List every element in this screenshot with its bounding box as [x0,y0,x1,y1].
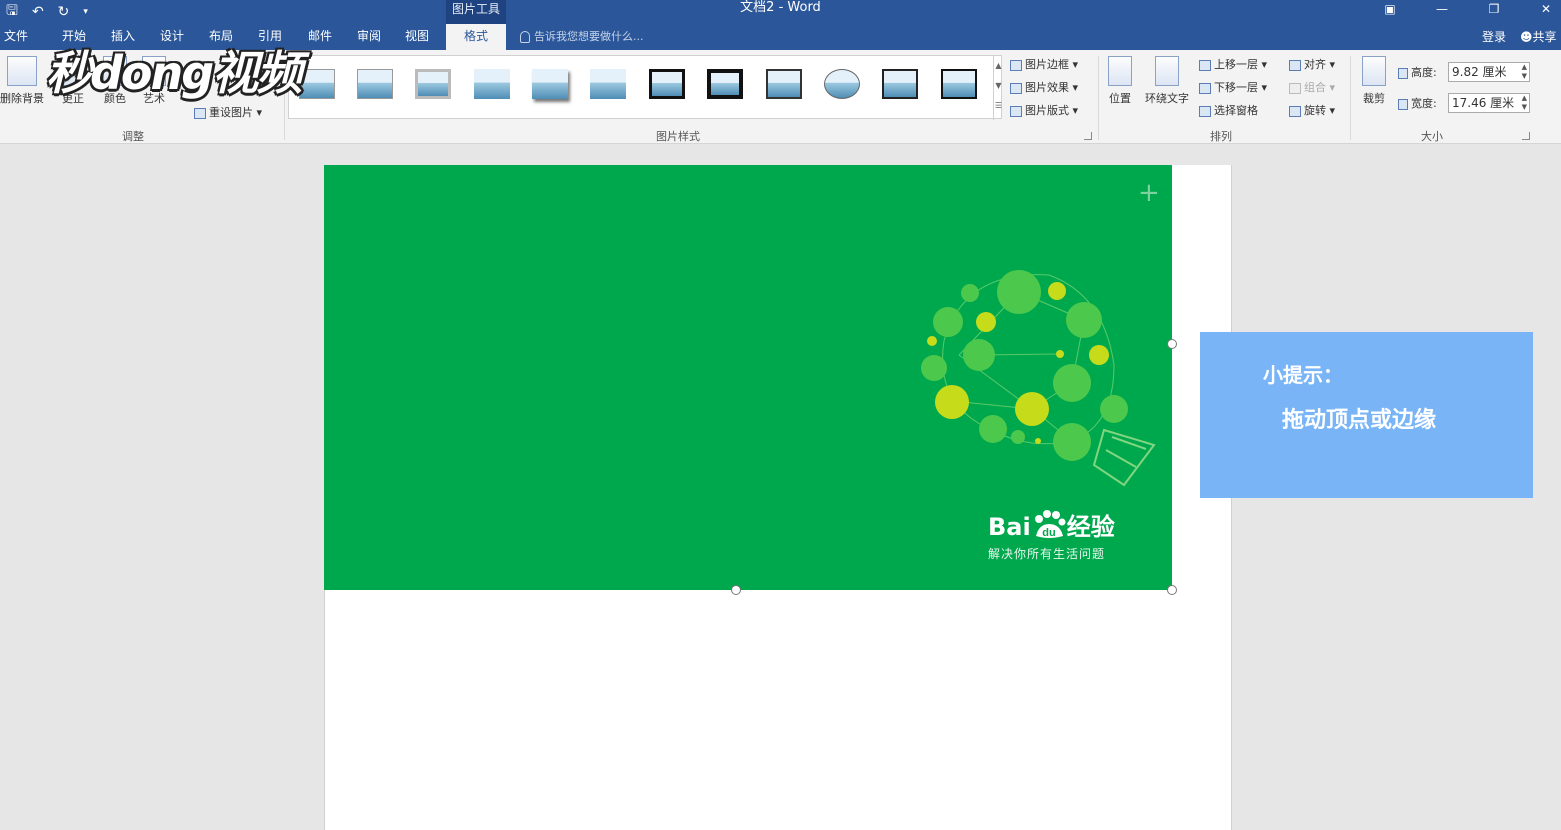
picture-styles-gallery: ▲ ▼ ☰ [288,55,1003,120]
bring-forward-button[interactable]: 上移一层 ▾ [1199,56,1267,72]
position-button[interactable]: 位置 [1104,56,1136,106]
height-input[interactable]: 9.82 厘米 ▲ ▼ [1448,62,1530,82]
tip-callout: 小提示： 拖动顶点或边缘 [1200,332,1533,498]
size-group-label: 大小 [1421,130,1443,143]
picture-style-thumb[interactable] [299,69,335,99]
resize-handle-bottom-right[interactable] [1167,585,1177,595]
crop-button[interactable]: 裁剪 [1356,56,1392,106]
picture-style-thumb[interactable] [882,69,918,99]
group-objects-button[interactable]: 组合 ▾ [1289,79,1335,95]
arrange-group-label: 排列 [1210,130,1232,143]
restore-icon[interactable]: ❐ [1483,2,1505,16]
document-title: 文档2 - Word [740,0,821,15]
picture-border-icon [1010,59,1022,71]
brand-slogan: 解决你所有生活问题 [988,547,1106,561]
picture-style-thumb[interactable] [941,69,977,99]
rotate-icon [1289,105,1301,117]
picture-style-thumb[interactable] [415,69,451,99]
tab-mailings[interactable]: 邮件 [308,24,332,50]
tip-body: 拖动顶点或边缘 [1282,408,1437,433]
picture-tools-label: 图片工具 [446,0,506,24]
login-link[interactable]: 登录 [1482,24,1506,50]
picture-layout-button[interactable]: 图片版式 ▾ [1010,102,1078,118]
crop-icon [1362,56,1386,86]
picture-border-button[interactable]: 图片边框 ▾ [1010,56,1078,72]
tab-review[interactable]: 审阅 [357,24,381,50]
send-backward-button[interactable]: 下移一层 ▾ [1199,79,1267,95]
redo-icon[interactable]: ↻ [58,4,70,20]
picture-style-thumb[interactable] [766,69,802,99]
wrap-text-icon [1155,56,1179,86]
resize-handle-right[interactable] [1167,339,1177,349]
position-icon [1108,56,1132,86]
crosshair-icon: + [1138,178,1160,208]
group-divider [1350,56,1351,140]
picture-style-thumb[interactable] [824,69,860,99]
reset-picture-icon [194,107,206,119]
tell-me-text: 告诉我您想要做什么... [534,30,644,43]
quick-access-toolbar: 🖫 ↶ ↻ ▾ [6,0,88,24]
align-button[interactable]: 对齐 ▾ [1289,56,1335,72]
picture-effects-button[interactable]: 图片效果 ▾ [1010,79,1078,95]
remove-background-icon [7,56,37,86]
close-icon[interactable]: ✕ [1535,2,1557,16]
picture-style-thumb[interactable] [707,69,743,99]
title-bar: 🖫 ↶ ↻ ▾ 图片工具 文档2 - Word ▣ — ❐ ✕ [0,0,1561,24]
picture-styles-group-label: 图片样式 [656,130,700,143]
size-launcher-icon[interactable] [1522,132,1530,140]
baidu-jingyan-logo: Bai du 经验 [988,507,1115,542]
picture-effects-icon [1010,82,1022,94]
selection-pane-button[interactable]: 选择窗格 [1199,102,1258,118]
send-backward-icon [1199,82,1211,94]
wrap-text-button[interactable]: 环绕文字 [1140,56,1194,106]
group-objects-icon [1289,82,1301,94]
gallery-scroll[interactable]: ▲ ▼ ☰ [993,56,1003,120]
picture-style-thumb[interactable] [357,69,393,99]
undo-icon[interactable]: ↶ [32,4,44,20]
bring-forward-icon [1199,59,1211,71]
tell-me-box[interactable]: 告诉我您想要做什么... [520,24,644,50]
picture-style-thumb[interactable] [532,69,568,99]
svg-text:du: du [1042,527,1055,539]
height-spinner-icon[interactable]: ▲ ▼ [1522,63,1527,81]
height-icon [1398,67,1408,79]
rotate-button[interactable]: 旋转 ▾ [1289,102,1335,118]
width-icon [1398,98,1408,110]
share-button[interactable]: ☻共享 [1520,24,1557,50]
customize-icon[interactable]: ▾ [83,7,88,17]
picture-style-thumb[interactable] [649,69,685,99]
height-label: 高度: [1398,64,1437,80]
width-spinner-icon[interactable]: ▲ ▼ [1522,94,1527,112]
window-controls: ▣ — ❐ ✕ [1379,0,1557,18]
group-divider [1098,56,1099,140]
reset-picture-button[interactable]: 重设图片 ▾ [194,104,262,120]
ribbon-display-icon[interactable]: ▣ [1379,2,1401,16]
adjust-group-label: 调整 [122,130,144,143]
tab-file[interactable]: 文件 [4,24,28,50]
picture-layout-icon [1010,105,1022,117]
selection-pane-icon [1199,105,1211,117]
remove-background-button[interactable]: 删除背景 [0,56,44,106]
picture-styles-launcher-icon[interactable] [1084,132,1092,140]
lightbulb-icon [520,31,530,43]
align-icon [1289,59,1301,71]
save-icon[interactable]: 🖫 [6,0,18,24]
video-watermark: 秒dong视频 [46,46,302,100]
tip-title: 小提示： [1263,363,1343,387]
tab-format[interactable]: 格式 [446,24,506,50]
picture-style-thumb[interactable] [590,69,626,99]
width-label: 宽度: [1398,95,1437,111]
paw-icon: du [1034,510,1066,539]
resize-handle-bottom[interactable] [731,585,741,595]
picture-style-thumb[interactable] [474,69,510,99]
tab-view[interactable]: 视图 [405,24,429,50]
minimize-icon[interactable]: — [1431,2,1453,16]
width-input[interactable]: 17.46 厘米 ▲ ▼ [1448,93,1530,113]
